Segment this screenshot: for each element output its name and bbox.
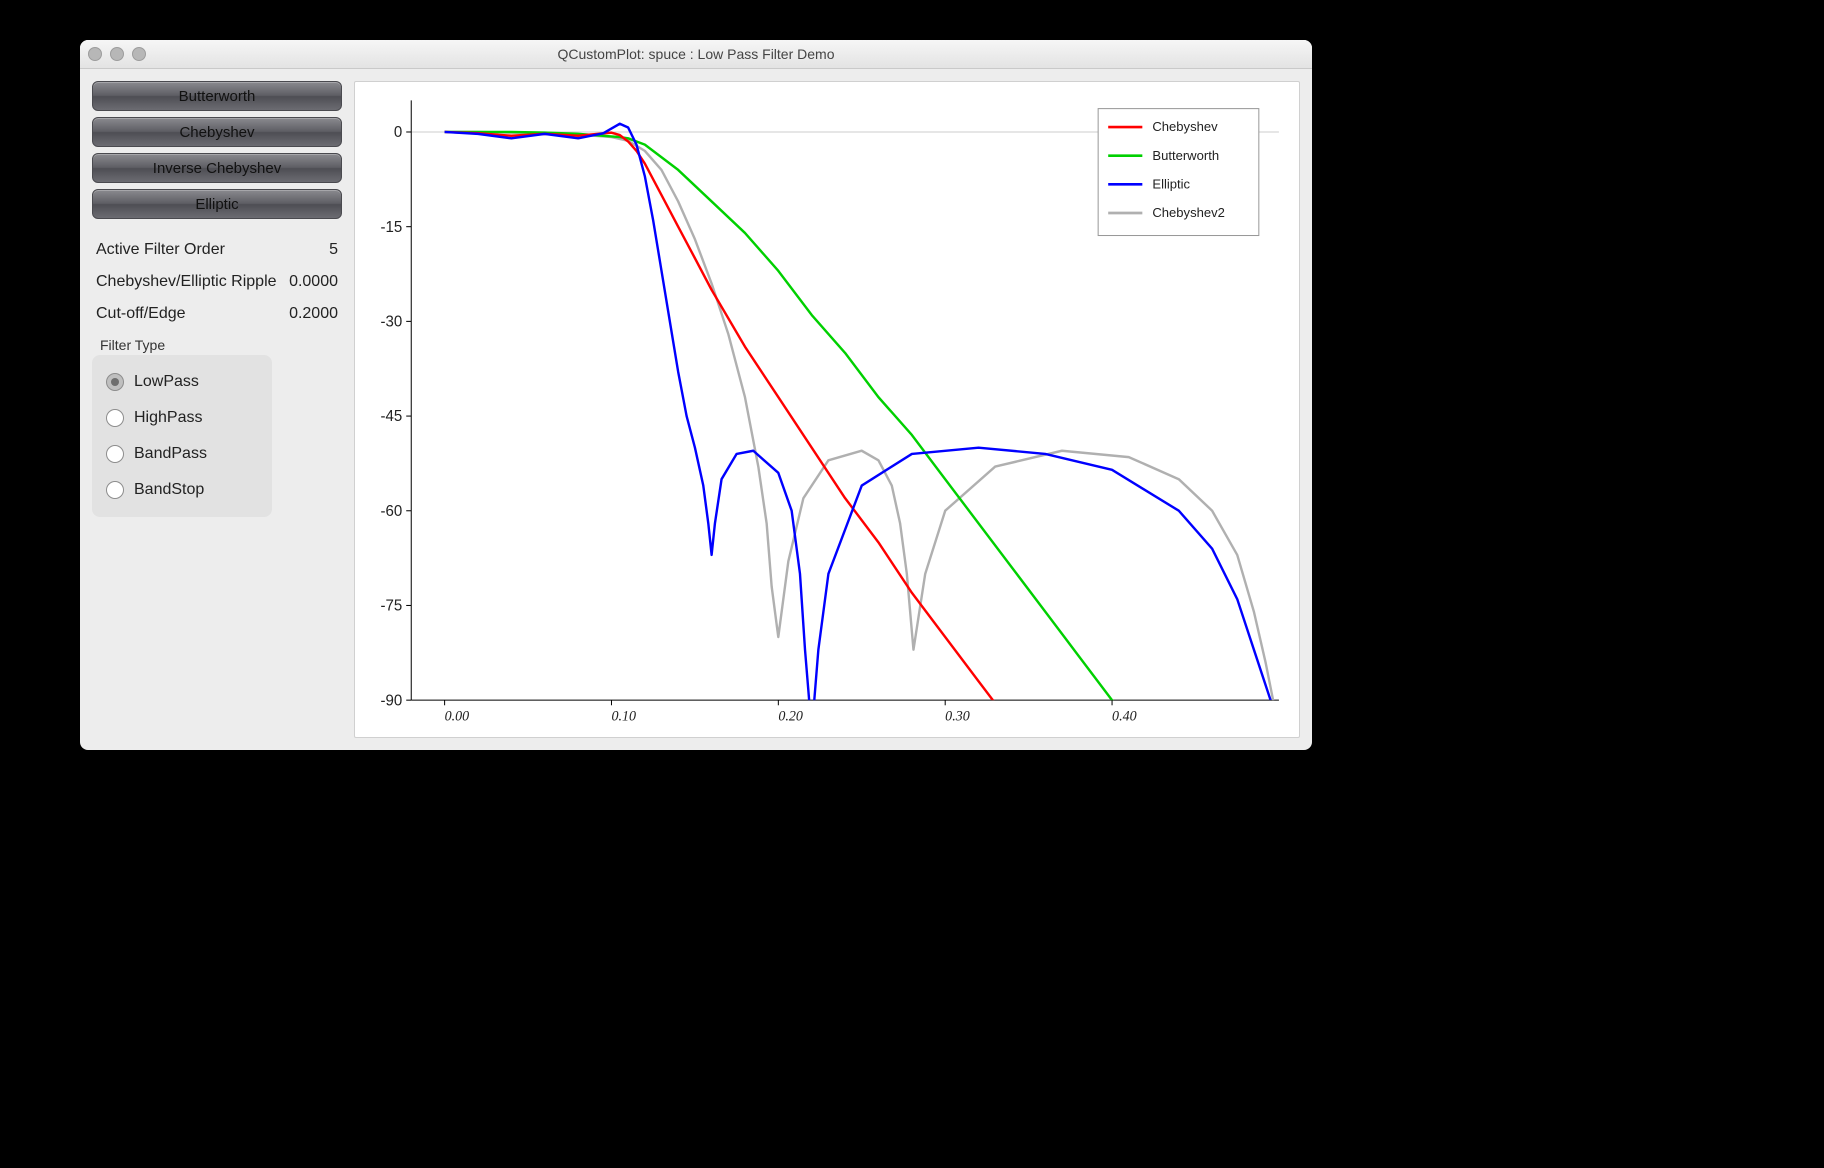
- filter-type-title: Filter Type: [100, 337, 272, 353]
- svg-text:-60: -60: [380, 503, 402, 520]
- filter-type-group: Filter Type LowPass HighPass BandPass BandS…: [92, 337, 272, 517]
- ripple-label: Chebyshev/Elliptic Ripple: [96, 273, 281, 291]
- svg-text:0.00: 0.00: [445, 709, 470, 725]
- series-butterworth: [445, 132, 1146, 737]
- svg-text:0.10: 0.10: [611, 709, 636, 725]
- cutoff-label: Cut-off/Edge: [96, 305, 281, 323]
- cutoff-value: 0.2000: [289, 305, 338, 323]
- radio-icon: [106, 481, 124, 499]
- svg-text:0.30: 0.30: [945, 709, 970, 725]
- titlebar: QCustomPlot: spuce : Low Pass Filter Dem…: [80, 40, 1312, 69]
- parameter-grid: Active Filter Order 5 Chebyshev/Elliptic…: [92, 241, 342, 323]
- svg-text:-30: -30: [380, 313, 402, 330]
- legend-label: Chebyshev2: [1152, 205, 1225, 220]
- chebyshev-button[interactable]: Chebyshev: [92, 117, 342, 147]
- legend-label: Butterworth: [1152, 148, 1219, 163]
- frequency-response-chart: 0 -15 -30 -45 -60 -75 -90 0.00 0.10 0.20 0.30 0.40 C…: [355, 82, 1299, 737]
- order-value: 5: [289, 241, 338, 259]
- legend-label: Chebyshev: [1152, 119, 1218, 134]
- radio-label: HighPass: [134, 409, 202, 427]
- filter-type-option-bandstop[interactable]: BandStop: [106, 481, 258, 499]
- filter-type-option-lowpass[interactable]: LowPass: [106, 373, 258, 391]
- svg-text:-75: -75: [380, 597, 402, 614]
- inverse-chebyshev-button[interactable]: Inverse Chebyshev: [92, 153, 342, 183]
- legend-label: Elliptic: [1152, 176, 1190, 191]
- svg-text:0.20: 0.20: [778, 709, 803, 725]
- plot-area[interactable]: 0 -15 -30 -45 -60 -75 -90 0.00 0.10 0.20 0.30 0.40 C…: [354, 81, 1300, 738]
- ripple-value: 0.0000: [289, 273, 338, 291]
- radio-icon: [106, 373, 124, 391]
- content-area: Butterworth Chebyshev Inverse Chebyshev …: [80, 69, 1312, 750]
- butterworth-button[interactable]: Butterworth: [92, 81, 342, 111]
- filter-type-option-highpass[interactable]: HighPass: [106, 409, 258, 427]
- radio-label: LowPass: [134, 373, 199, 391]
- svg-text:-15: -15: [380, 219, 402, 236]
- svg-text:0.40: 0.40: [1112, 709, 1137, 725]
- svg-text:0: 0: [394, 124, 402, 141]
- window-title: QCustomPlot: spuce : Low Pass Filter Dem…: [88, 46, 1304, 62]
- series-chebyshev: [445, 132, 1029, 737]
- svg-text:-45: -45: [380, 408, 402, 425]
- radio-label: BandStop: [134, 481, 204, 499]
- filter-type-option-bandpass[interactable]: BandPass: [106, 445, 258, 463]
- radio-icon: [106, 409, 124, 427]
- radio-icon: [106, 445, 124, 463]
- app-window: QCustomPlot: spuce : Low Pass Filter Dem…: [80, 40, 1312, 750]
- order-label: Active Filter Order: [96, 241, 281, 259]
- radio-label: BandPass: [134, 445, 207, 463]
- elliptic-button[interactable]: Elliptic: [92, 189, 342, 219]
- sidebar: Butterworth Chebyshev Inverse Chebyshev …: [92, 81, 342, 738]
- svg-text:-90: -90: [380, 692, 402, 709]
